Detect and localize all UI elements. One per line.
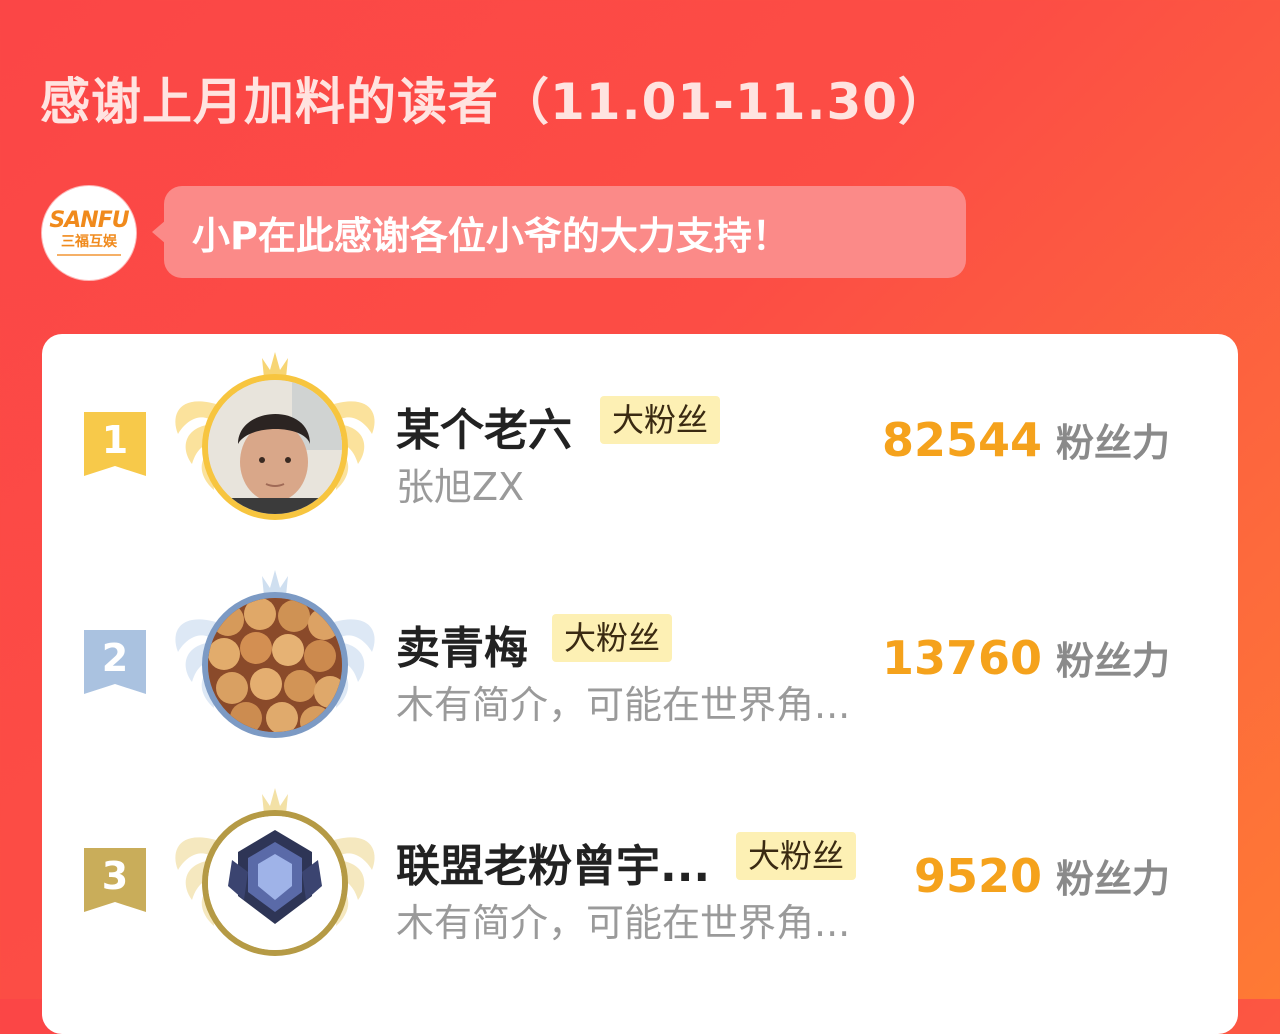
fan-level-badge: 大粉丝 xyxy=(736,832,857,880)
score-unit: 粉丝力 xyxy=(1055,421,1170,465)
score-value: 9520 xyxy=(913,849,1042,903)
user-description: 木有简介，可能在世界角... xyxy=(396,683,851,727)
score-unit: 粉丝力 xyxy=(1055,639,1170,683)
page-title: 感谢上月加料的读者（11.01-11.30） xyxy=(40,73,950,131)
logo-underline xyxy=(57,253,121,256)
score-value: 82544 xyxy=(881,413,1042,467)
user-name[interactable]: 某个老六 xyxy=(396,394,572,458)
user-name[interactable]: 卖青梅 xyxy=(396,612,528,676)
rank-number: 3 xyxy=(101,854,129,898)
fan-power-score: 9520 粉丝力 xyxy=(914,848,1170,903)
fan-power-score: 13760 粉丝力 xyxy=(882,630,1170,685)
logo-name: 三福互娱 xyxy=(61,234,117,251)
user-name[interactable]: 联盟老粉曾宇... xyxy=(396,830,710,894)
rank-badge-bronze: 3 xyxy=(84,848,146,912)
score-unit: 粉丝力 xyxy=(1055,857,1170,901)
rank-badge-gold: 1 xyxy=(84,412,146,476)
rank-number: 2 xyxy=(101,636,129,680)
avatar[interactable] xyxy=(202,592,348,738)
sanfu-logo[interactable]: SANFU 三福互娱 xyxy=(42,186,136,280)
avatar[interactable] xyxy=(202,374,348,520)
fan-power-score: 82544 粉丝力 xyxy=(882,412,1170,467)
fan-level-badge: 大粉丝 xyxy=(552,614,673,662)
rank-badge-silver: 2 xyxy=(84,630,146,694)
ranking-row[interactable]: 2 卖青梅 大粉丝 木有简介，可能在世界角... 13760 粉丝力 xyxy=(42,562,1238,762)
logo-brand: SANFU xyxy=(49,208,129,234)
thanks-bubble: 小P在此感谢各位小爷的大力支持！ xyxy=(152,186,966,278)
bubble-text: 小P在此感谢各位小爷的大力支持！ xyxy=(192,213,790,258)
score-value: 13760 xyxy=(881,631,1042,685)
ranking-row[interactable]: 3 联盟老粉曾宇... 大粉丝 木有简介，可能在世界角... 9520 粉丝力 xyxy=(42,780,1238,980)
fan-level-badge: 大粉丝 xyxy=(600,396,721,444)
user-description: 张旭ZX xyxy=(396,465,525,509)
ranking-card: 1 某个老六 大粉丝 张旭ZX 82544 粉丝力 2 卖青梅 大粉丝 木有简介… xyxy=(42,334,1238,1034)
user-description: 木有简介，可能在世界角... xyxy=(396,901,851,945)
ranking-row[interactable]: 1 某个老六 大粉丝 张旭ZX 82544 粉丝力 xyxy=(42,344,1238,544)
avatar[interactable] xyxy=(202,810,348,956)
rank-number: 1 xyxy=(101,418,129,462)
